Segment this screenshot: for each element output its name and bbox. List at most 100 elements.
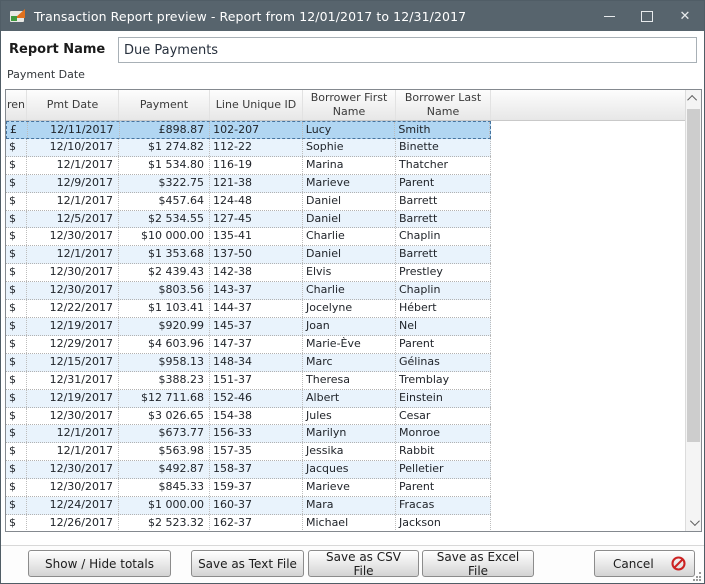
report-name-input[interactable] [118,37,697,63]
header-cell-last_name[interactable]: Borrower Last Name [396,90,491,120]
table-row[interactable]: $12/30/2017 $492.87 158-37 Jacques Pelletier [6,461,491,480]
minimize-button[interactable] [590,1,628,31]
scrollbar-thumb[interactable] [687,109,700,442]
footer-bar: Show / Hide totals Save as Text File Sav… [1,545,704,583]
header-cell-line_id[interactable]: Line Unique ID [210,90,303,120]
table-cell-date: 12/10/2017 [27,138,119,156]
save-text-file-button[interactable]: Save as Text File [191,550,304,577]
header-cell-payment[interactable]: Payment [119,90,210,120]
table-cell-date: 12/26/2017 [27,514,119,531]
close-icon: ✕ [679,8,691,24]
table-row[interactable]: $12/9/2017 $322.75 121-38 Marieve Parent [6,174,491,193]
table-cell-first_name: Lucy [303,122,396,138]
table-cell-first_name: Albert [303,389,396,407]
table-row[interactable]: $12/30/2017 $803.56 143-37 Charlie Chaplin [6,282,491,301]
table-row[interactable]: $12/29/2017 $4 603.96 147-37 Marie-Ève Paren… [6,335,491,354]
table-cell-line_id: 152-46 [210,389,303,407]
table-cell-payment: $2 534.55 [119,210,210,228]
table-cell-cur: $ [6,389,27,407]
table-cell-payment: $10 000.00 [119,228,210,246]
table-row[interactable]: $12/1/2017 $673.77 156-33 Marilyn Monroe [6,425,491,444]
table-row[interactable]: $12/10/2017 $1 274.82 112-22 Sophie Binette [6,138,491,157]
table-row[interactable]: $12/30/2017 $10 000.00 135-41 Charlie Chapli… [6,228,491,247]
chevron-up-icon [687,94,698,105]
table-row[interactable]: $12/26/2017 $2 523.32 162-37 Michael Jackson [6,514,491,531]
table-cell-last_name: Monroe [396,425,491,443]
table-cell-cur: $ [6,461,27,479]
table-body: £12/11/2017 £898.87 102-207 Lucy Smith $12/10… [6,121,685,531]
vertical-scrollbar[interactable] [685,90,701,531]
table-cell-last_name: Barrett [396,210,491,228]
table-cell-payment: $845.33 [119,479,210,497]
maximize-button[interactable] [628,1,666,31]
table-cell-date: 12/31/2017 [27,371,119,389]
scrollbar-up-button[interactable] [686,90,701,107]
table-cell-last_name: Gélinas [396,353,491,371]
show-hide-totals-button[interactable]: Show / Hide totals [28,550,171,577]
table-row[interactable]: $12/22/2017 $1 103.41 144-37 Jocelyne Hébert [6,300,491,318]
table-row[interactable]: $12/1/2017 $1 534.80 116-19 Marina Thatcher [6,156,491,175]
table-row[interactable]: $12/1/2017 $563.98 157-35 Jessika Rabbit [6,443,491,462]
table-cell-date: 12/11/2017 [28,122,120,138]
table-cell-last_name: Nel [396,317,491,335]
cancel-button[interactable]: Cancel [594,550,695,577]
table-cell-cur: £ [7,122,28,138]
table-row[interactable]: £12/11/2017 £898.87 102-207 Lucy Smith [6,121,491,139]
save-excel-file-button[interactable]: Save as Excel File [422,550,534,578]
table-cell-payment: $563.98 [119,443,210,461]
header-cell-date[interactable]: Pmt Date [27,90,119,120]
resize-grip[interactable] [693,572,702,581]
table-row[interactable]: $12/31/2017 $388.23 151-37 Theresa Tremblay [6,371,491,390]
table-cell-last_name: Smith [395,122,490,138]
table-row[interactable]: $12/19/2017 $920.99 145-37 Joan Nel [6,317,491,336]
table-row[interactable]: $12/5/2017 $2 534.55 127-45 Daniel Barrett [6,210,491,229]
report-name-label: Report Name [9,42,106,57]
table-cell-last_name: Parent [396,479,491,497]
table-cell-first_name: Marie-Ève [303,335,396,353]
scrollbar-down-button[interactable] [686,514,701,531]
table-cell-last_name: Parent [396,335,491,353]
table-row[interactable]: $12/30/2017 $2 439.43 142-38 Elvis Prestley [6,264,491,283]
table-cell-cur: $ [6,353,27,371]
table-row[interactable]: $12/1/2017 $1 353.68 137-50 Daniel Barrett [6,246,491,265]
table-cell-line_id: 154-38 [210,407,303,425]
table-row[interactable]: $12/15/2017 $958.13 148-34 Marc Gélinas [6,353,491,372]
chevron-down-icon [689,516,700,527]
table-cell-payment: £898.87 [120,122,211,138]
table-cell-payment: $3 026.65 [119,407,210,425]
table-cell-date: 12/19/2017 [27,317,119,335]
table-cell-first_name: Charlie [303,228,396,246]
table-cell-line_id: 157-35 [210,443,303,461]
app-icon [10,9,26,23]
table-cell-line_id: 162-37 [210,514,303,531]
table-cell-first_name: Daniel [303,246,396,264]
table-cell-payment: $803.56 [119,282,210,300]
table-cell-line_id: 144-37 [210,300,303,317]
table-row[interactable]: $12/30/2017 $3 026.65 154-38 Jules Cesar [6,407,491,426]
table-cell-line_id: 121-38 [210,174,303,192]
table-cell-date: 12/30/2017 [27,228,119,246]
save-csv-file-button[interactable]: Save as CSV File [308,550,419,578]
table-cell-line_id: 137-50 [210,246,303,264]
table-cell-cur: $ [6,497,27,514]
table-cell-cur: $ [6,228,27,246]
cancel-button-label: Cancel [613,556,654,571]
header-cell-cur[interactable]: ren [6,90,27,120]
table-row[interactable]: $12/1/2017 $457.64 124-48 Daniel Barrett [6,192,491,211]
table-cell-first_name: Daniel [303,210,396,228]
table-row[interactable]: $12/30/2017 $845.33 159-37 Marieve Parent [6,479,491,498]
table-cell-line_id: 135-41 [210,228,303,246]
table-cell-first_name: Marieve [303,174,396,192]
table-cell-date: 12/1/2017 [27,246,119,264]
table-cell-line_id: 148-34 [210,353,303,371]
table-row[interactable]: $12/19/2017 $12 711.68 152-46 Albert Einstei… [6,389,491,408]
table-cell-first_name: Marieve [303,479,396,497]
close-button[interactable]: ✕ [666,1,704,31]
table-cell-first_name: Marc [303,353,396,371]
table-cell-first_name: Elvis [303,264,396,282]
table-cell-first_name: Marina [303,156,396,174]
table-row[interactable]: $12/24/2017 $1 000.00 160-37 Mara Fracas [6,497,491,515]
table-cell-cur: $ [6,210,27,228]
header-cell-first_name[interactable]: Borrower First Name [303,90,396,120]
table-cell-cur: $ [6,335,27,353]
